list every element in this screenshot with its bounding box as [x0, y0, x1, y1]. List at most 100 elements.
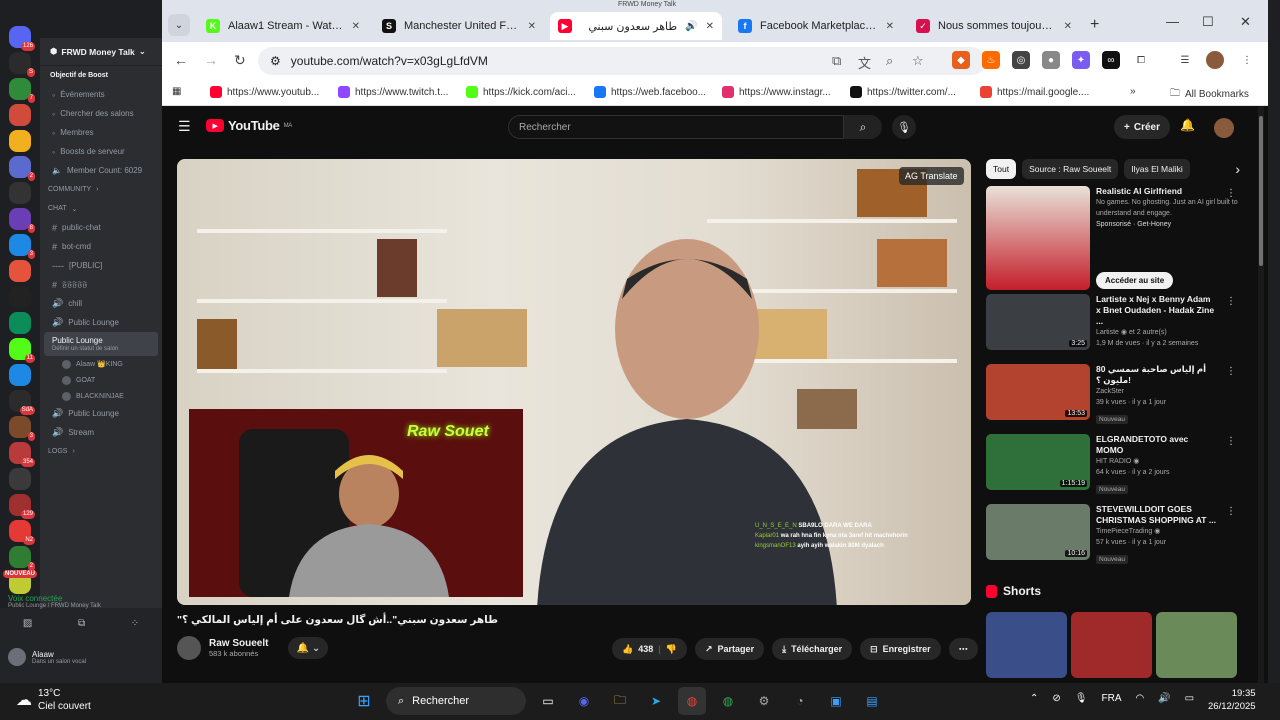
server-icon[interactable]: 2 — [9, 546, 35, 571]
server-icon[interactable]: SdA — [9, 390, 35, 415]
speaker-icon[interactable]: 🔊 — [685, 21, 697, 32]
close-tab-icon[interactable]: ✕ — [886, 21, 894, 32]
save-button[interactable]: ⊟ Enregistrer — [860, 638, 941, 660]
media-control-icon[interactable]: ☰ — [1176, 51, 1194, 69]
extension-icon[interactable]: ● — [1042, 51, 1060, 69]
ad-card[interactable]: Realistic AI Girlfriend No games. No gho… — [986, 186, 1240, 290]
calculator-icon[interactable]: ▤ — [858, 687, 886, 715]
server-icon[interactable]: N2 — [9, 520, 35, 545]
voice-connected[interactable]: Voix connectée Public Lounge / FRWD Money… — [8, 594, 101, 609]
server-icon[interactable]: S — [9, 52, 35, 77]
discord-app-icon[interactable]: ◉ — [570, 687, 598, 715]
video-card[interactable]: 13:53 أم إلياس صاحبة سمسي 80 مليون ؟! Zack… — [986, 364, 1240, 428]
create-button[interactable]: + Créer — [1114, 115, 1170, 139]
video-card[interactable]: 1:15:19 ELGRANDETOTO avec MOMO HIT RADIO ◉… — [986, 434, 1240, 498]
task-view-icon[interactable]: ▭ — [534, 687, 562, 715]
server-icon[interactable] — [9, 312, 31, 334]
close-window-button[interactable]: ✕ — [1240, 14, 1251, 30]
tab-3[interactable]: f Facebook Marketplace | Fa ✕ — [730, 12, 902, 40]
profile-avatar[interactable] — [1206, 51, 1224, 69]
battery-icon[interactable]: ▭ — [1185, 693, 1194, 704]
more-vert-icon[interactable]: ⋮ — [1226, 366, 1236, 377]
server-icon[interactable] — [9, 468, 31, 490]
chrome-icon[interactable]: ◍ — [678, 687, 706, 715]
filter-chip[interactable]: Ilyas El Maliki — [1124, 159, 1190, 179]
server-header[interactable]: ⬢ FRWD Money Talk ⌄ — [40, 38, 162, 66]
server-icon[interactable]: 3 — [9, 416, 35, 441]
settings-gear-icon[interactable]: ⚙ — [750, 687, 778, 715]
video-card[interactable]: 10:16 STEVEWILLDOIT GOES CHRISTMAS SHOPPI… — [986, 504, 1240, 568]
ad-cta-button[interactable]: Accéder au site — [1096, 272, 1174, 289]
mic-icon[interactable]: 🎙 — [1075, 693, 1088, 704]
extension-icon[interactable]: ∞ — [1102, 51, 1120, 69]
back-button[interactable]: ← — [174, 52, 188, 68]
avatar[interactable] — [1214, 118, 1234, 138]
bookmark-item[interactable]: https://mail.google.... — [980, 86, 1089, 98]
bookmark-star-icon[interactable]: ☆ — [912, 53, 924, 69]
tab-1[interactable]: S Manchester United FC VS ✕ — [374, 12, 544, 40]
translate-icon[interactable]: 文 — [858, 53, 871, 72]
voice-user[interactable]: GOAT — [40, 372, 162, 388]
telegram-icon[interactable]: ➤ — [642, 687, 670, 715]
server-icon[interactable] — [9, 260, 31, 282]
metamask-extension-icon[interactable]: ◆ — [952, 51, 970, 69]
category-community[interactable]: COMMUNITY › — [40, 180, 162, 199]
discord-menu-item[interactable]: ◦ Événements — [40, 85, 162, 104]
discord-menu-item[interactable]: ◦ Boosts de serveur — [40, 142, 162, 161]
hamburger-menu-icon[interactable]: ☰ — [178, 118, 191, 135]
mic-icon[interactable]: 🎙 — [892, 115, 916, 139]
channel-item[interactable]: 🔊 chill — [40, 294, 162, 313]
short-thumbnail[interactable] — [1156, 612, 1237, 678]
voice-user[interactable]: Alaaw 👑KING — [40, 356, 162, 372]
forward-button[interactable]: → — [204, 52, 218, 68]
server-icon[interactable] — [9, 182, 31, 204]
volume-icon[interactable]: 🔊 — [1158, 693, 1170, 704]
thumbs-down-icon[interactable]: 👎 — [666, 644, 677, 655]
server-icon[interactable] — [9, 286, 31, 308]
discord-menu-item[interactable]: ◦ Membres — [40, 123, 162, 142]
wifi-icon[interactable]: ◠ — [1135, 693, 1144, 704]
server-icon[interactable]: 3 — [9, 234, 35, 259]
close-tab-icon[interactable]: ✕ — [352, 21, 360, 32]
search-input[interactable]: Rechercher — [508, 115, 844, 139]
close-tab-icon[interactable]: ✕ — [528, 21, 536, 32]
server-icon[interactable]: 126 — [9, 26, 35, 51]
zoom-icon[interactable]: ⌕ — [886, 53, 893, 69]
all-bookmarks[interactable]: 🗀 All Bookmarks — [1170, 86, 1249, 103]
channel-item[interactable]: 🔊 Public Lounge — [40, 404, 162, 423]
chevron-up-icon[interactable]: ⌃ — [1030, 693, 1038, 704]
minimize-button[interactable]: — — [1166, 14, 1179, 29]
maximize-button[interactable]: ☐ — [1202, 14, 1214, 30]
user-info[interactable]: Alaaw Dans un salon vocal — [8, 648, 86, 666]
fire-extension-icon[interactable]: ♨ — [982, 51, 1000, 69]
app-icon[interactable]: ◔ — [786, 687, 814, 715]
extension-icon[interactable]: ◎ — [1012, 51, 1030, 69]
store-icon[interactable]: ▣ — [822, 687, 850, 715]
like-button[interactable]: 👍 438 | 👎 — [612, 638, 687, 660]
channel-item[interactable]: # public-chat — [40, 218, 162, 237]
taskbar-search[interactable]: ⌕ Rechercher — [386, 687, 526, 715]
server-icon[interactable] — [9, 130, 31, 152]
activities-icon[interactable]: ⁘ — [131, 618, 139, 629]
server-icon[interactable]: 129 — [9, 494, 35, 519]
bookmark-item[interactable]: https://www.twitch.t... — [338, 86, 448, 98]
server-icon[interactable] — [9, 364, 31, 386]
short-thumbnail[interactable] — [986, 612, 1067, 678]
address-bar[interactable]: ⚙ youtube.com/watch?v=x03gLgLfdVM — [258, 47, 986, 75]
page-scrollbar[interactable] — [1258, 106, 1264, 683]
more-actions-button[interactable]: ⋯ — [948, 638, 978, 660]
install-app-icon[interactable]: ⧉ — [832, 53, 841, 69]
close-tab-icon[interactable]: ✕ — [706, 21, 714, 32]
more-vert-icon[interactable]: ⋮ — [1226, 436, 1236, 447]
channel-item[interactable]: ---- [PUBLIC] — [40, 256, 162, 275]
server-icon[interactable]: 8 — [9, 208, 35, 233]
server-icon[interactable]: 7 — [9, 78, 35, 103]
bookmark-item[interactable]: https://www.youtub... — [210, 86, 319, 98]
chevron-right-icon[interactable]: › — [1235, 161, 1240, 177]
filter-chip[interactable]: Source : Raw Soueelt — [1022, 159, 1119, 179]
more-vert-icon[interactable]: ⋮ — [1226, 188, 1236, 199]
download-button[interactable]: ⤓ Télécharger — [772, 638, 853, 660]
file-explorer-icon[interactable]: 🗀 — [606, 687, 634, 715]
chrome-profile-icon[interactable]: ◍ — [714, 687, 742, 715]
tab-2[interactable]: ▶ طاهر سعدون سبني 🔊 ✕ — [550, 12, 722, 40]
